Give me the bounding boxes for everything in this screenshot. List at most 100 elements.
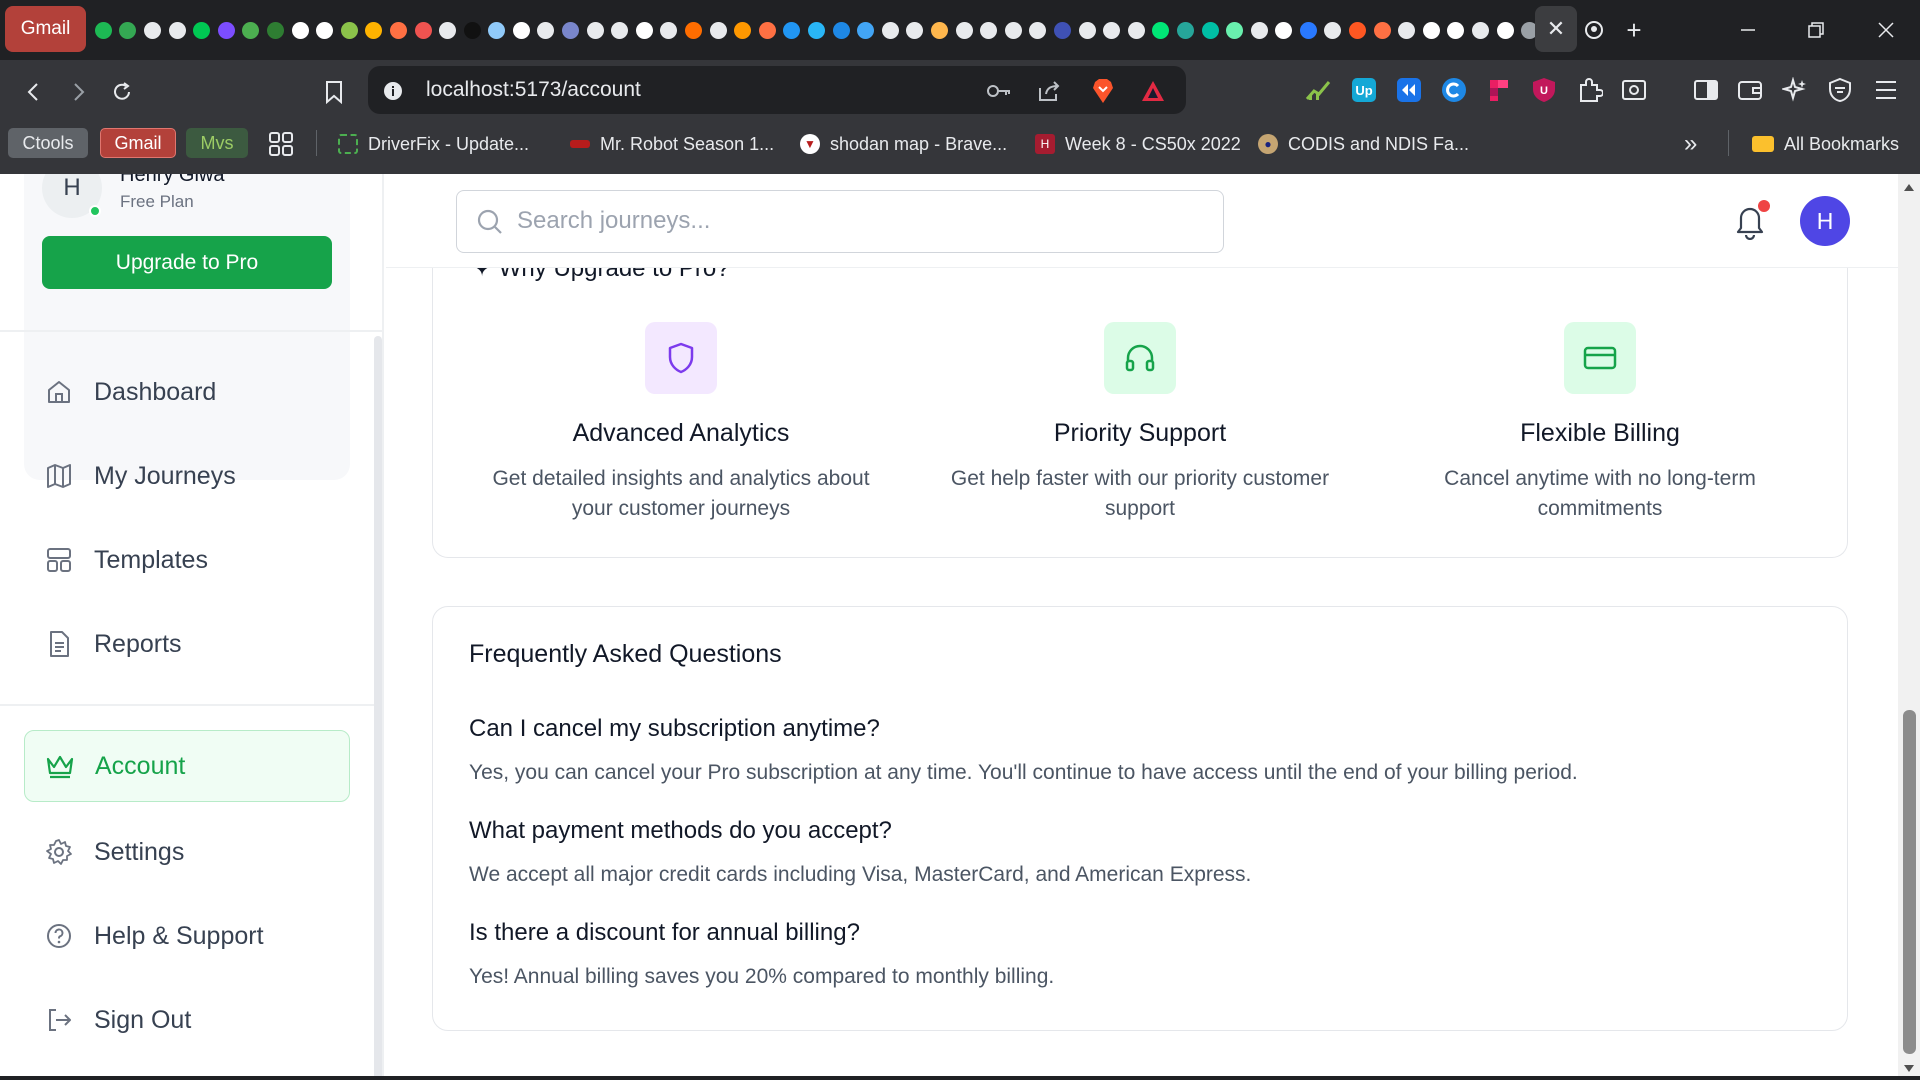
github-tab-icon[interactable] xyxy=(1580,16,1608,44)
vpn-shield-icon[interactable] xyxy=(1824,74,1856,106)
password-key-icon[interactable] xyxy=(984,76,1014,106)
pinned-tab-favicon[interactable] xyxy=(682,19,705,41)
bookmark-page-icon[interactable] xyxy=(314,72,354,112)
pinned-tab-favicon[interactable] xyxy=(608,19,631,41)
pinned-tab-favicon[interactable] xyxy=(707,19,730,41)
pinned-tab-favicon[interactable] xyxy=(215,19,238,41)
pinned-tab-favicon[interactable] xyxy=(535,19,558,41)
ublock-extension-icon[interactable]: U xyxy=(1528,74,1560,106)
pinned-tab-favicon[interactable] xyxy=(805,19,828,41)
pinned-tab-favicon[interactable] xyxy=(1100,19,1123,41)
pinned-tab-favicon[interactable] xyxy=(412,19,435,41)
pinned-tab-favicon[interactable] xyxy=(141,19,164,41)
pinned-tab-favicon[interactable] xyxy=(289,19,312,41)
pinned-tab-favicon[interactable] xyxy=(461,19,484,41)
bookmark-folder-mvs[interactable]: Mvs xyxy=(186,128,248,158)
pinned-tab-favicon[interactable] xyxy=(1420,19,1443,41)
share-icon[interactable] xyxy=(1034,76,1064,106)
pinned-tab-favicon[interactable] xyxy=(1371,19,1394,41)
tab-close-button[interactable]: ✕ xyxy=(1535,6,1577,52)
pinned-tab-favicon[interactable] xyxy=(1027,19,1050,41)
pinned-tab-favicon[interactable] xyxy=(190,19,213,41)
pinned-tab-favicon[interactable] xyxy=(928,19,951,41)
pinned-tab-favicon[interactable] xyxy=(1297,19,1320,41)
pinned-tab-favicon[interactable] xyxy=(633,19,656,41)
close-window-button[interactable] xyxy=(1862,10,1910,50)
pinned-tab-favicon[interactable] xyxy=(559,19,582,41)
pinned-tab-favicon[interactable] xyxy=(1199,19,1222,41)
forward-button[interactable] xyxy=(58,72,98,112)
extensions-puzzle-icon[interactable] xyxy=(1574,74,1606,106)
sidebar-item-my-journeys[interactable]: My Journeys xyxy=(24,440,350,512)
rewind-extension-icon[interactable] xyxy=(1393,74,1425,106)
bookmark-folder-gmail[interactable]: Gmail xyxy=(100,128,176,158)
pinned-tab-favicon[interactable] xyxy=(953,19,976,41)
all-bookmarks-folder[interactable]: All Bookmarks xyxy=(1752,130,1899,158)
sidebar-item-settings[interactable]: Settings xyxy=(24,816,350,888)
pinned-tab-favicon[interactable] xyxy=(1223,19,1246,41)
pinned-tab-favicon[interactable] xyxy=(117,19,140,41)
bookmark-shodan[interactable]: ▼ shodan map - Brave... xyxy=(800,130,1007,158)
pinned-tab-favicon[interactable] xyxy=(486,19,509,41)
pinned-tab-favicon[interactable] xyxy=(387,19,410,41)
scroll-up-arrow[interactable] xyxy=(1902,180,1916,192)
copilot-extension-icon[interactable] xyxy=(1438,74,1470,106)
pinned-tab-favicon[interactable] xyxy=(1125,19,1148,41)
sidebar-item-templates[interactable]: Templates xyxy=(24,524,350,596)
pinned-tab-favicon[interactable] xyxy=(904,19,927,41)
bookmark-mr-robot[interactable]: Mr. Robot Season 1... xyxy=(570,130,774,158)
pinned-tab-favicon[interactable] xyxy=(1322,19,1345,41)
pinned-tab-favicon[interactable] xyxy=(1395,19,1418,41)
back-button[interactable] xyxy=(14,72,54,112)
sidebar-item-account[interactable]: Account xyxy=(24,730,350,802)
pinned-tab-favicon[interactable] xyxy=(1494,19,1517,41)
brave-shields-icon[interactable] xyxy=(1088,76,1118,106)
brave-rewards-icon[interactable] xyxy=(1138,76,1168,106)
pinned-tab-favicon[interactable] xyxy=(658,19,681,41)
stocks-extension-icon[interactable] xyxy=(1302,74,1334,106)
apps-grid-icon[interactable] xyxy=(268,130,294,158)
browser-menu-icon[interactable] xyxy=(1870,74,1902,106)
pinned-tab-favicon[interactable] xyxy=(781,19,804,41)
bookmark-codis[interactable]: ● CODIS and NDIS Fa... xyxy=(1258,130,1469,158)
sidebar-item-dashboard[interactable]: Dashboard xyxy=(24,356,350,428)
pinned-tab-favicon[interactable] xyxy=(1051,19,1074,41)
pinned-tab-favicon[interactable] xyxy=(92,19,115,41)
pinned-tab-favicon[interactable] xyxy=(977,19,1000,41)
pinned-tab-favicon[interactable] xyxy=(363,19,386,41)
leo-ai-icon[interactable] xyxy=(1779,74,1811,106)
sidebar-item-reports[interactable]: Reports xyxy=(24,608,350,680)
pinned-tab-favicon[interactable] xyxy=(1076,19,1099,41)
pinned-tab-favicon[interactable] xyxy=(313,19,336,41)
sidebar-item-help-support[interactable]: Help & Support xyxy=(24,900,350,972)
pinned-tab-favicon[interactable] xyxy=(584,19,607,41)
bookmark-driverfix[interactable]: DriverFix - Update... xyxy=(338,130,529,158)
scroll-down-arrow[interactable] xyxy=(1902,1062,1916,1074)
sidebar-scrollbar[interactable] xyxy=(374,336,382,1080)
sidebar-item-sign-out[interactable]: Sign Out xyxy=(24,984,350,1056)
minimize-window-button[interactable] xyxy=(1724,10,1772,50)
sidebar-toggle-icon[interactable] xyxy=(1690,74,1722,106)
new-tab-button[interactable]: + xyxy=(1618,14,1650,46)
url-text[interactable]: localhost:5173/account xyxy=(426,78,641,102)
pinned-tab-favicon[interactable] xyxy=(756,19,779,41)
upgrade-to-pro-button[interactable]: Upgrade to Pro xyxy=(42,236,332,289)
pinned-tab-favicon[interactable] xyxy=(879,19,902,41)
pinned-tab-favicon[interactable] xyxy=(436,19,459,41)
pinned-tab-favicon[interactable] xyxy=(264,19,287,41)
reload-button[interactable] xyxy=(102,72,142,112)
figma-extension-icon[interactable] xyxy=(1483,74,1515,106)
pinned-tab-favicon[interactable] xyxy=(1150,19,1173,41)
pinned-tab-favicon[interactable] xyxy=(338,19,361,41)
profile-avatar[interactable]: H xyxy=(1800,196,1850,246)
pinned-tab-favicon[interactable] xyxy=(510,19,533,41)
pinned-tab-favicon[interactable] xyxy=(854,19,877,41)
pinned-tab-favicon[interactable] xyxy=(1346,19,1369,41)
site-info-icon[interactable] xyxy=(378,76,408,106)
screen-capture-icon[interactable] xyxy=(1618,74,1650,106)
pinned-tab-favicon[interactable] xyxy=(830,19,853,41)
restore-window-button[interactable] xyxy=(1792,10,1840,50)
pinned-tab-favicon[interactable] xyxy=(1174,19,1197,41)
pinned-tab-favicon[interactable] xyxy=(731,19,754,41)
wallet-icon[interactable] xyxy=(1734,74,1766,106)
